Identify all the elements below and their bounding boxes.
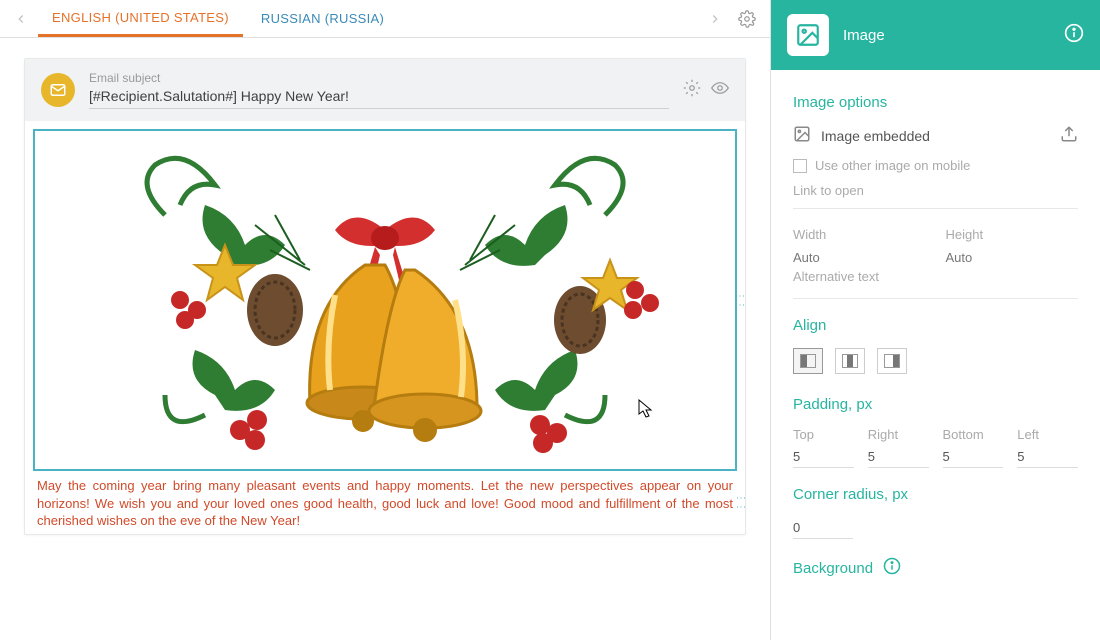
pad-bottom-input[interactable]: 5 (943, 446, 1004, 468)
body-text[interactable]: May the coming year bring many pleasant … (33, 471, 737, 534)
tab-next-icon[interactable] (702, 6, 728, 32)
subject-label: Email subject (89, 71, 669, 85)
height-value[interactable]: Auto (946, 246, 1079, 265)
pad-bottom-label: Bottom (943, 427, 1004, 442)
drag-handle-icon[interactable]: ⋮⋮ (734, 493, 748, 511)
mobile-image-checkbox[interactable] (793, 159, 807, 173)
envelope-icon (41, 73, 75, 107)
subject-input[interactable]: [#Recipient.Salutation#] Happy New Year! (89, 88, 669, 109)
link-to-open[interactable]: Link to open (793, 183, 1078, 209)
corner-radius-input[interactable]: 0 (793, 517, 853, 539)
image-icon (787, 14, 829, 56)
panel-title: Image (843, 27, 1050, 44)
tab-russian[interactable]: RUSSIAN (RUSSIA) (247, 2, 398, 35)
pad-left-input[interactable]: 5 (1017, 446, 1078, 468)
tab-prev-icon[interactable] (8, 6, 34, 32)
alt-text-label[interactable]: Alternative text (793, 269, 1078, 284)
height-label: Height (946, 227, 1079, 242)
email-card: Email subject [#Recipient.Salutation#] H… (24, 58, 746, 535)
info-icon[interactable] (1064, 23, 1084, 48)
holiday-image (39, 135, 731, 465)
language-tabs: ENGLISH (UNITED STATES) RUSSIAN (RUSSIA) (0, 0, 770, 38)
section-corner: Corner radius, px (793, 486, 1078, 503)
align-right-button[interactable] (877, 348, 907, 374)
tab-english[interactable]: ENGLISH (UNITED STATES) (38, 1, 243, 37)
image-thumb-icon (793, 125, 811, 146)
subject-row: Email subject [#Recipient.Salutation#] H… (25, 59, 745, 121)
gear-icon[interactable] (683, 79, 701, 102)
image-embedded-label: Image embedded (821, 128, 930, 144)
width-label: Width (793, 227, 926, 242)
mobile-image-label: Use other image on mobile (815, 158, 970, 173)
section-image-options: Image options (793, 94, 1078, 111)
upload-icon[interactable] (1060, 125, 1078, 146)
pad-left-label: Left (1017, 427, 1078, 442)
align-center-button[interactable] (835, 348, 865, 374)
image-block[interactable]: ⋮⋮ (33, 129, 737, 471)
pad-top-label: Top (793, 427, 854, 442)
pad-right-label: Right (868, 427, 929, 442)
info-icon[interactable] (883, 557, 901, 580)
section-padding: Padding, px (793, 396, 1078, 413)
pad-right-input[interactable]: 5 (868, 446, 929, 468)
pad-top-input[interactable]: 5 (793, 446, 854, 468)
align-left-button[interactable] (793, 348, 823, 374)
section-background: Background (793, 560, 873, 577)
drag-handle-icon[interactable]: ⋮⋮ (734, 291, 745, 309)
properties-panel: Image Image options Image embedded Use o… (770, 0, 1100, 640)
gear-icon[interactable] (732, 4, 762, 34)
width-value[interactable]: Auto (793, 246, 926, 265)
eye-icon[interactable] (711, 79, 729, 102)
section-align: Align (793, 317, 1078, 334)
